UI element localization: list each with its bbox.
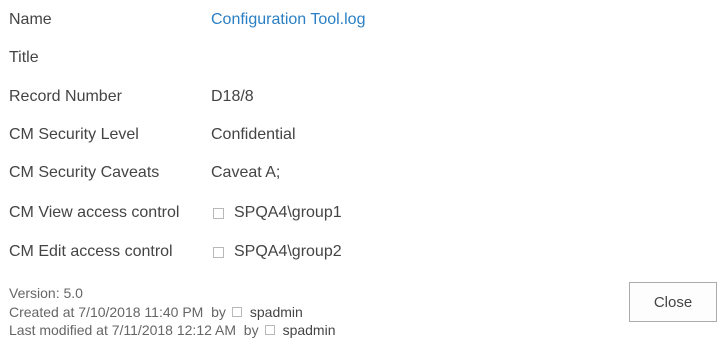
presence-indicator-icon (231, 306, 242, 317)
close-button[interactable]: Close (629, 282, 717, 322)
property-row-view-access: CM View access control SPQA4\group1 (0, 203, 600, 233)
created-text: Created at 7/10/2018 11:40 PM by (9, 303, 226, 320)
presence-indicator-icon (213, 246, 224, 258)
security-level-value: Confidential (211, 126, 296, 143)
title-label: Title (9, 49, 39, 66)
edit-access-value: SPQA4\group2 (213, 242, 342, 262)
version-label: Version: 5.0 (9, 285, 83, 301)
property-row-record-number: Record Number D18/8 (0, 87, 600, 117)
property-row-title: Title (0, 48, 600, 78)
security-caveats-value: Caveat A; (211, 164, 281, 181)
view-access-group-link[interactable]: SPQA4\group1 (234, 203, 342, 223)
property-row-edit-access: CM Edit access control SPQA4\group2 (0, 242, 600, 272)
version-footer: Version: 5.0 Created at 7/10/2018 11:40 … (9, 284, 336, 340)
name-value: Configuration Tool.log (211, 10, 365, 30)
property-row-security-level: CM Security Level Confidential (0, 125, 600, 155)
created-by-user-link[interactable]: spadmin (250, 303, 303, 322)
name-label: Name (9, 11, 52, 28)
modified-text: Last modified at 7/11/2018 12:12 AM by (9, 322, 259, 338)
view-access-value: SPQA4\group1 (213, 203, 342, 223)
document-name-link[interactable]: Configuration Tool.log (211, 10, 365, 30)
modified-by-user-link[interactable]: spadmin (283, 321, 336, 340)
security-caveats-label: CM Security Caveats (9, 164, 160, 181)
record-number-label: Record Number (9, 88, 122, 105)
security-level-label: CM Security Level (9, 126, 139, 143)
property-row-name: Name Configuration Tool.log (0, 10, 600, 40)
edit-access-label: CM Edit access control (9, 243, 173, 260)
view-access-label: CM View access control (9, 204, 180, 221)
modified-line: Last modified at 7/11/2018 12:12 AM by s… (9, 321, 336, 340)
presence-indicator-icon (264, 325, 275, 336)
created-line: Created at 7/10/2018 11:40 PM by spadmin (9, 303, 336, 322)
property-row-security-caveats: CM Security Caveats Caveat A; (0, 163, 600, 193)
presence-indicator-icon (213, 207, 224, 219)
edit-access-group-link[interactable]: SPQA4\group2 (234, 242, 342, 262)
version-text: Version: 5.0 (9, 284, 336, 303)
record-number-value: D18/8 (211, 88, 254, 105)
